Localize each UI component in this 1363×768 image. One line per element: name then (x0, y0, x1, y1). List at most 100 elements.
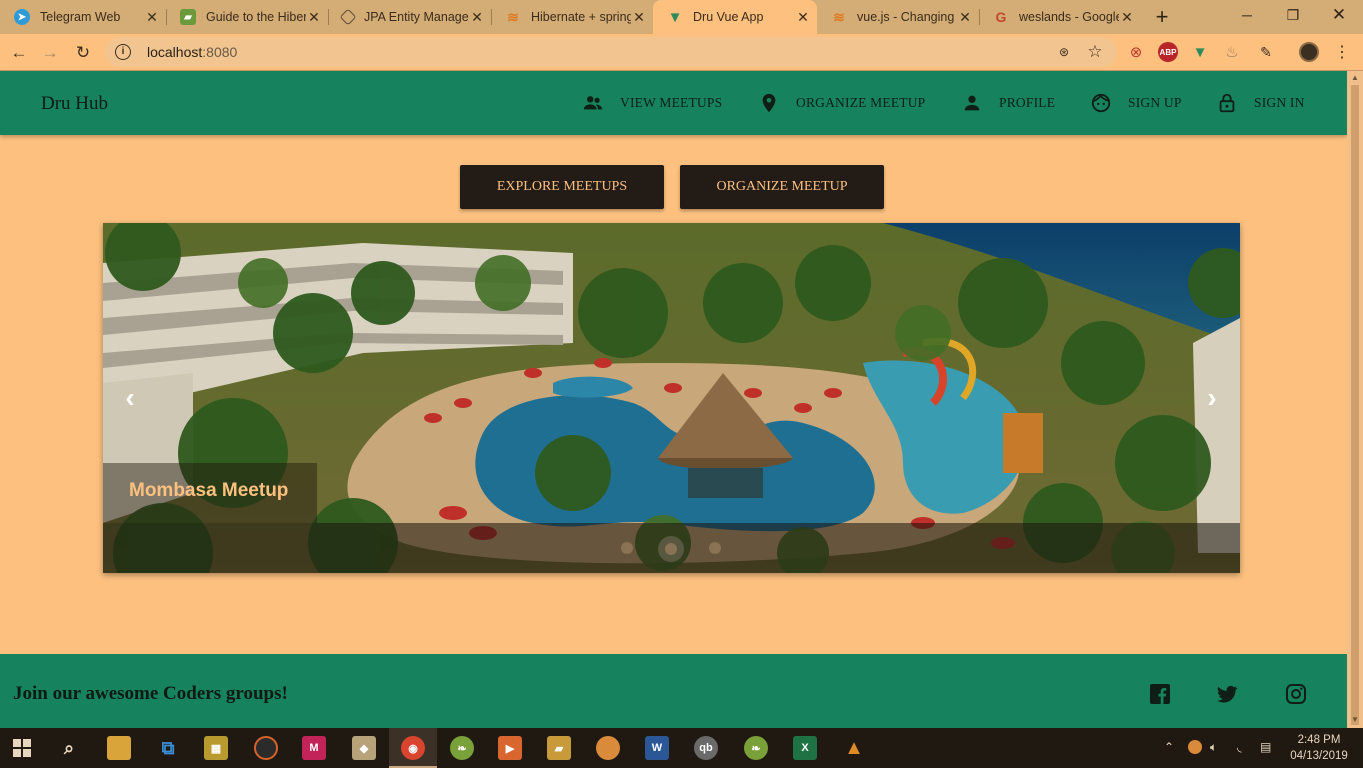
vlc-icon[interactable]: ▲ (842, 736, 866, 760)
vue-devtools-icon[interactable]: ▼ (1190, 42, 1210, 62)
browser-toolbar: ← → ↻ i localhost:8080 ⊛ ☆ ⊗ ABP ▼ ♨ ✎ ⋮ (0, 34, 1363, 71)
media-player-icon[interactable]: ▶ (498, 736, 522, 760)
reload-button[interactable]: ↻ (71, 41, 95, 65)
notification-icon[interactable]: ▤ (1260, 740, 1271, 754)
bookmark-star-icon[interactable]: ☆ (1085, 42, 1105, 62)
tab-vuejs-changing[interactable]: ≋ vue.js - Changing ✕ (817, 0, 979, 34)
volume-icon[interactable]: 🔈︎ (1210, 740, 1217, 755)
google-icon: G (995, 9, 1007, 25)
organize-meetup-button[interactable]: ORGANIZE MEETUP (680, 165, 884, 209)
chrome-menu-icon[interactable]: ⋮ (1332, 42, 1352, 62)
java-extension-icon[interactable]: ♨ (1222, 42, 1242, 62)
eyedropper-icon[interactable]: ✎ (1256, 42, 1276, 62)
clock-date: 04/13/2019 (1290, 750, 1348, 762)
editor-app-icon[interactable]: ▦ (204, 736, 228, 760)
meetup-carousel[interactable]: Mombasa Meetup ‹ › (103, 223, 1240, 573)
people-icon (583, 96, 603, 110)
face-icon (1091, 93, 1111, 113)
close-tab-icon[interactable]: ✕ (144, 9, 160, 25)
carousel-dot-active[interactable] (658, 536, 684, 562)
vue-icon: ▼ (667, 8, 683, 26)
tab-telegram[interactable]: ➤ Telegram Web ✕ (0, 0, 166, 34)
extension-block-icon[interactable]: ⊗ (1126, 42, 1146, 62)
nav-view-meetups[interactable]: VIEW MEETUPS (582, 91, 722, 115)
close-tab-icon[interactable]: ✕ (795, 9, 811, 25)
carousel-dot[interactable] (709, 542, 721, 554)
close-tab-icon[interactable]: ✕ (469, 9, 485, 25)
nav-sign-up[interactable]: SIGN UP (1090, 91, 1182, 115)
windows-start-icon[interactable] (10, 736, 34, 760)
tab-title: Telegram Web (40, 10, 121, 24)
site-info-icon[interactable]: i (115, 44, 131, 60)
close-tab-icon[interactable]: ✕ (306, 9, 322, 25)
nav-label: VIEW MEETUPS (620, 95, 723, 110)
eclipse-icon[interactable] (254, 736, 278, 760)
scroll-down-icon[interactable]: ▼ (1350, 715, 1360, 725)
wifi-icon[interactable]: ◟ (1237, 740, 1242, 754)
address-bar[interactable]: i localhost:8080 (105, 37, 1117, 67)
nav-label: SIGN IN (1254, 95, 1305, 110)
tray-chevron-icon[interactable]: ⌃ (1164, 740, 1174, 754)
close-tab-icon[interactable]: ✕ (1119, 9, 1135, 25)
page-scrollbar[interactable]: ▲ ▼ (1347, 71, 1363, 728)
carousel-prev-icon[interactable]: ‹ (115, 383, 145, 413)
tab-hibernate-guide[interactable]: ▰ Guide to the Hiber ✕ (166, 0, 328, 34)
mobirise-icon[interactable]: M (302, 736, 326, 760)
search-icon[interactable]: ⌕ (57, 736, 81, 760)
spring-tools-icon-2[interactable]: ❧ (744, 736, 768, 760)
tab-dru-vue-app[interactable]: ▼ Dru Vue App ✕ (653, 0, 817, 34)
carousel-next-icon[interactable]: › (1197, 383, 1227, 413)
scroll-up-icon[interactable]: ▲ (1350, 73, 1360, 83)
carousel-dot[interactable] (621, 542, 633, 554)
jpa-icon (339, 8, 357, 26)
close-tab-icon[interactable]: ✕ (631, 9, 647, 25)
tab-hibernate-spring[interactable]: ≋ Hibernate + spring ✕ (491, 0, 653, 34)
back-button[interactable]: ← (7, 41, 31, 65)
restore-button[interactable]: ❐ (1270, 0, 1316, 30)
nav-organize-meetup[interactable]: ORGANIZE MEETUP (758, 91, 925, 115)
minimize-button[interactable]: ─ (1224, 0, 1270, 30)
nav-label: PROFILE (999, 95, 1056, 110)
tray-app-icon[interactable] (1188, 740, 1202, 754)
tab-jpa-entity[interactable]: JPA Entity Manage ✕ (328, 0, 491, 34)
qbittorrent-icon[interactable]: qb (694, 736, 718, 760)
close-tab-icon[interactable]: ✕ (957, 9, 973, 25)
person-icon (964, 95, 980, 111)
url-text: localhost:8080 (147, 44, 238, 60)
slide-caption: Mombasa Meetup (129, 480, 289, 501)
facebook-icon[interactable] (1148, 682, 1172, 706)
file-explorer-icon[interactable] (107, 736, 131, 760)
tab-weslands-google[interactable]: G weslands - Google ✕ (979, 0, 1141, 34)
clock[interactable]: 2:48 PM 04/13/2019 (1288, 732, 1350, 764)
app-footer: Join our awesome Coders groups! (0, 654, 1347, 728)
telegram-icon: ➤ (14, 9, 30, 25)
app-icon-orb[interactable] (596, 736, 620, 760)
instagram-icon[interactable] (1284, 682, 1308, 706)
carousel-controls (103, 523, 1240, 573)
word-icon[interactable]: W (645, 736, 669, 760)
app-header: Dru Hub VIEW MEETUPS ORGANIZE MEETUP PRO… (0, 71, 1347, 135)
virtualbox-icon[interactable]: ◆ (352, 736, 376, 760)
brand-title[interactable]: Dru Hub (41, 93, 108, 115)
profile-avatar-icon[interactable] (1299, 42, 1319, 62)
tab-title: Dru Vue App (693, 10, 764, 24)
explore-meetups-button[interactable]: EXPLORE MEETUPS (460, 165, 664, 209)
window-close-button[interactable]: ✕ (1316, 0, 1362, 30)
twitter-icon[interactable] (1215, 682, 1239, 706)
forward-button[interactable]: → (38, 41, 62, 65)
nav-label: SIGN UP (1128, 95, 1182, 110)
excel-icon[interactable]: X (793, 736, 817, 760)
folder-app-icon[interactable]: ▰ (547, 736, 571, 760)
spring-tools-icon[interactable]: ❧ (450, 736, 474, 760)
chrome-icon[interactable]: ◉ (401, 736, 425, 760)
vscode-icon[interactable]: ⧉ (156, 736, 180, 760)
new-tab-button[interactable]: + (1150, 5, 1174, 29)
nav-sign-in[interactable]: SIGN IN (1216, 91, 1305, 115)
scrollbar-thumb[interactable] (1351, 85, 1359, 725)
location-pin-icon (762, 93, 776, 113)
nav-profile[interactable]: PROFILE (961, 91, 1055, 115)
translate-icon[interactable]: ⊛ (1054, 42, 1074, 62)
footer-tagline: Join our awesome Coders groups! (13, 683, 288, 704)
adblock-icon[interactable]: ABP (1158, 42, 1178, 62)
browser-tab-strip: ➤ Telegram Web ✕ ▰ Guide to the Hiber ✕ … (0, 0, 1363, 34)
